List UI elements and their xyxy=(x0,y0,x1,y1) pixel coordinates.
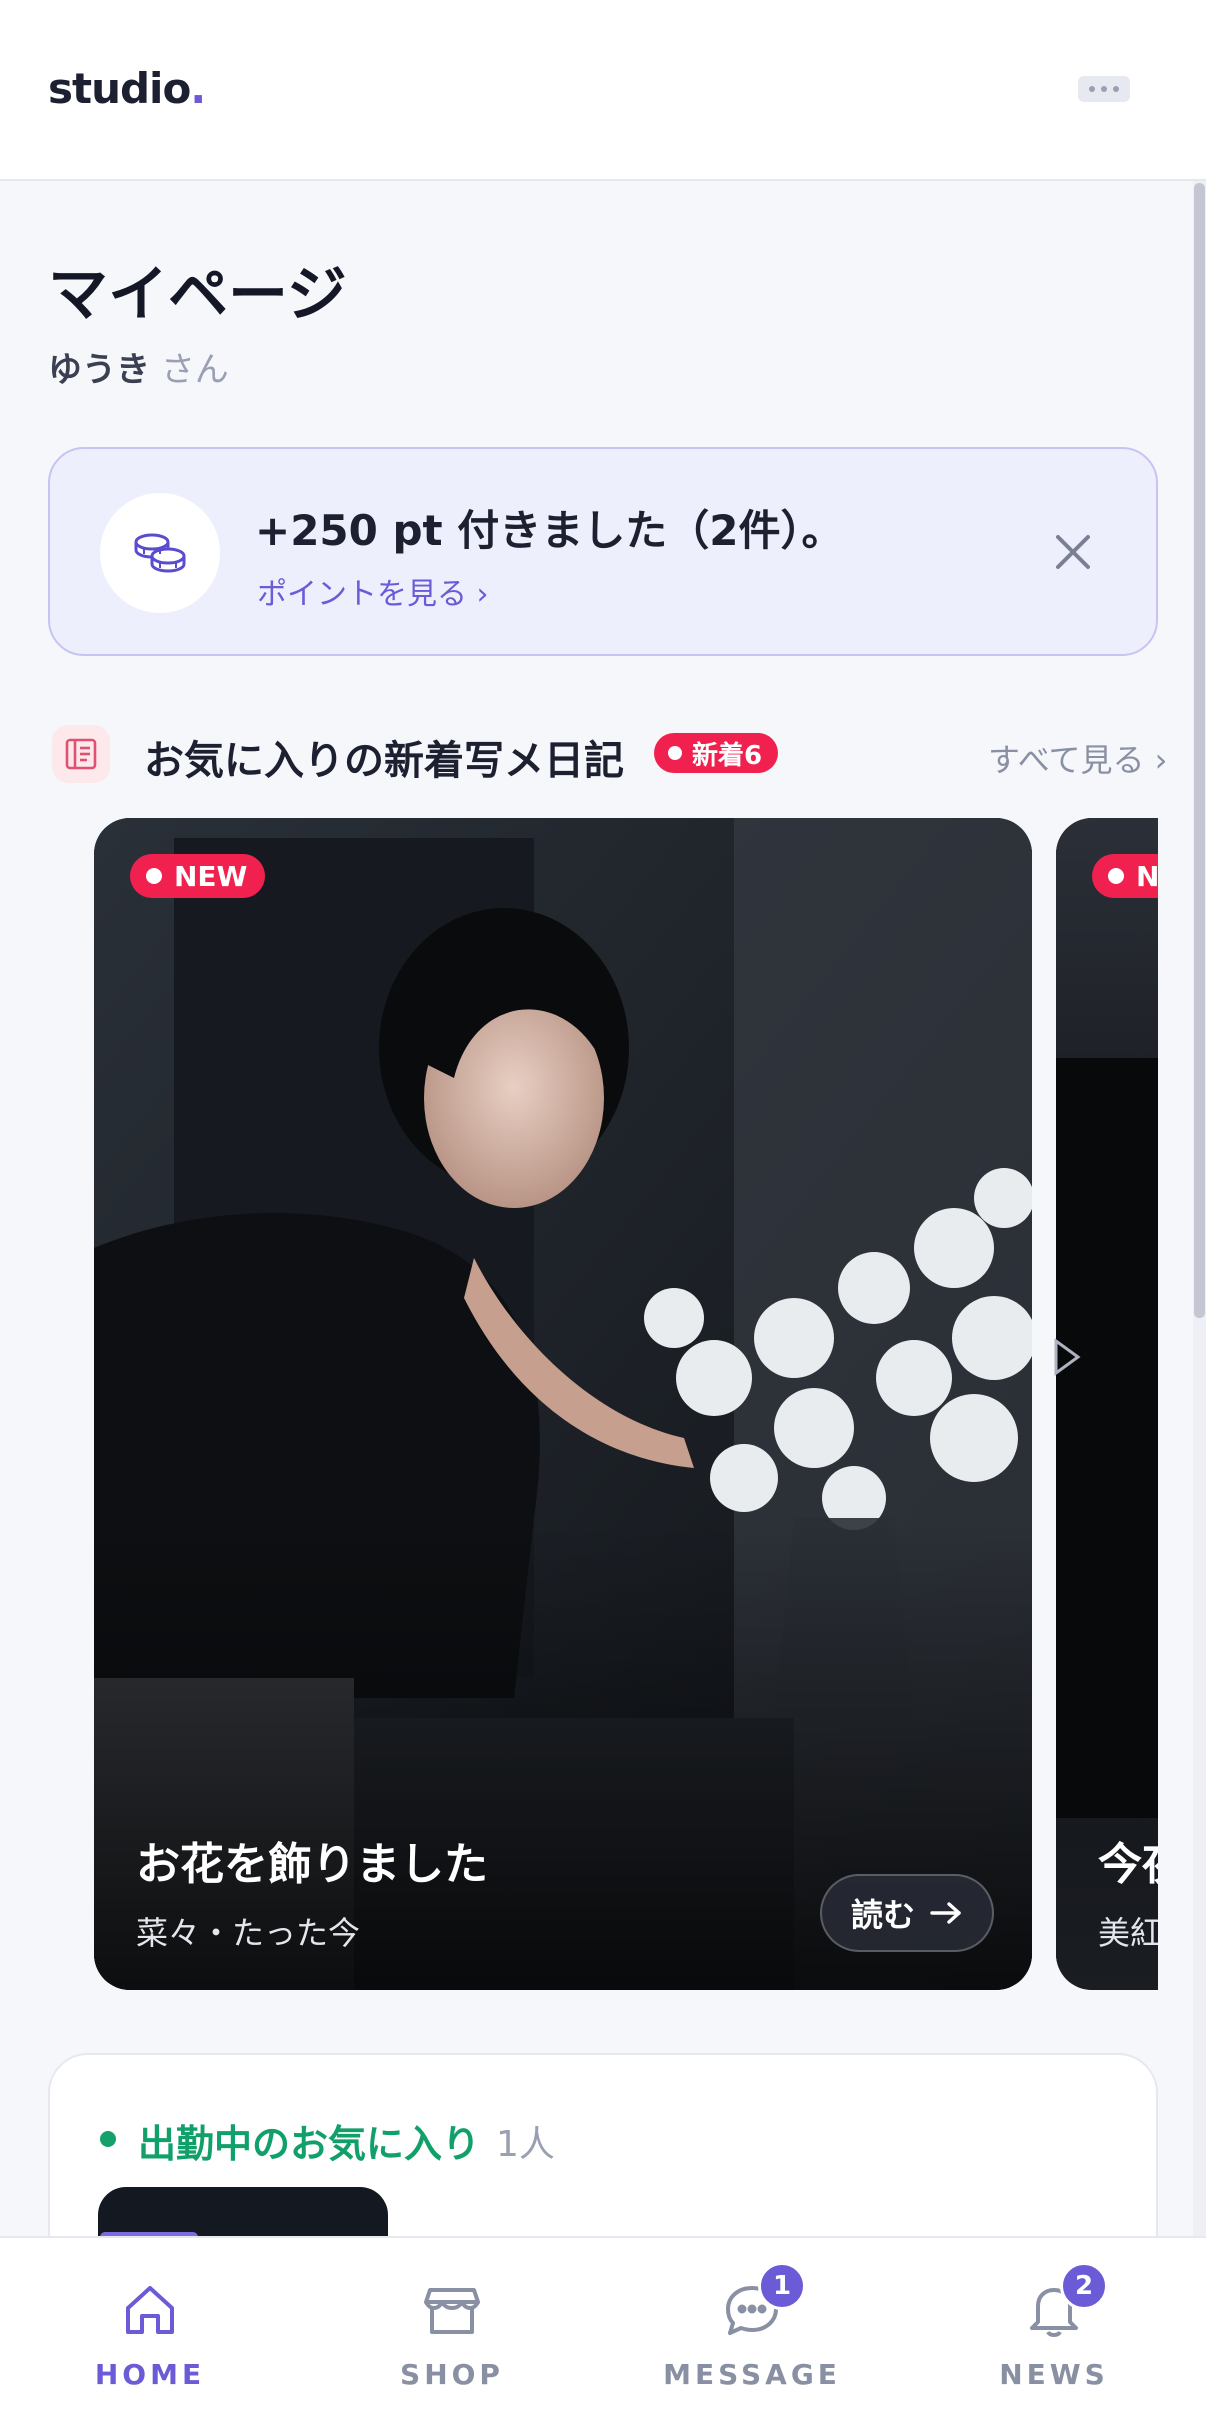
points-banner[interactable]: +250 pt 付きました（2件）。 ポイントを見る › xyxy=(48,447,1158,656)
new-count-text: 新着6 xyxy=(692,740,763,771)
section-title: お気に入りの新着写メ日記 xyxy=(144,738,624,784)
on-duty-indicator xyxy=(100,2131,116,2147)
card-meta: 美紅 xyxy=(1098,1914,1158,1952)
card-title: 今夜 xyxy=(1098,1839,1158,1890)
nav-label: NEWS xyxy=(999,2358,1109,2391)
on-duty-title: 出勤中のお気に入り xyxy=(138,2122,481,2166)
read-button[interactable]: 読む xyxy=(820,1874,994,1952)
user-honorific: さん xyxy=(160,350,229,390)
new-count-badge: 新着6 xyxy=(654,733,779,773)
diary-photo xyxy=(94,818,1032,1990)
card-meta: 菜々・たった今 xyxy=(136,1914,361,1952)
news-badge: 2 xyxy=(1060,2262,1108,2310)
arrow-right-icon xyxy=(930,1902,961,1924)
logo-dot: . xyxy=(190,64,206,113)
read-button-label: 読む xyxy=(850,1896,915,1934)
diary-icon xyxy=(52,725,110,783)
nav-label: MESSAGE xyxy=(663,2358,841,2391)
message-badge: 1 xyxy=(758,2262,806,2310)
diary-card[interactable]: NEW 今夜 美紅 xyxy=(1056,818,1158,1990)
home-icon xyxy=(126,2286,174,2334)
on-duty-count: 1人 xyxy=(496,2124,555,2165)
nav-news[interactable]: 2 NEWS xyxy=(904,2238,1204,2432)
coins-icon xyxy=(100,493,220,613)
chevron-right-icon[interactable] xyxy=(1046,1335,1086,1379)
shop-icon xyxy=(424,2288,480,2334)
new-badge: NEW xyxy=(1092,854,1158,898)
card-title: お花を飾りました xyxy=(136,1839,488,1890)
nav-label: HOME xyxy=(94,2358,206,2391)
close-icon[interactable] xyxy=(1050,529,1096,575)
diary-photo xyxy=(1056,818,1158,1990)
new-badge: NEW xyxy=(130,854,266,898)
new-badge-text: NEW xyxy=(1136,859,1158,893)
diary-carousel[interactable]: NEW お花を飾りました 菜々・たった今 読む NEW 今夜 美紅 xyxy=(48,818,1158,2000)
studio-logo[interactable]: studio. xyxy=(48,64,206,113)
nav-message[interactable]: 1 MESSAGE xyxy=(602,2238,902,2432)
points-title: +250 pt 付きました（2件）。 xyxy=(255,506,844,555)
bottom-nav: HOME SHOP 1 MESSAGE 2 NEWS xyxy=(0,2236,1206,2432)
nav-home[interactable]: HOME xyxy=(0,2238,300,2432)
more-dots-icon[interactable] xyxy=(1078,76,1130,102)
app-header: studio. xyxy=(0,0,1206,181)
logo-text: studio xyxy=(48,64,191,113)
page-title: マイページ xyxy=(48,260,347,330)
user-greeting: ゆうき さん xyxy=(48,342,229,391)
scrollbar-thumb[interactable] xyxy=(1194,183,1205,1318)
new-badge-text: NEW xyxy=(174,859,248,893)
nav-shop[interactable]: SHOP xyxy=(302,2238,602,2432)
points-link[interactable]: ポイントを見る › xyxy=(257,569,489,613)
diary-card[interactable]: NEW お花を飾りました 菜々・たった今 読む xyxy=(94,818,1032,1990)
nav-label: SHOP xyxy=(400,2358,504,2391)
see-all-link[interactable]: すべて見る › xyxy=(988,735,1167,781)
user-name: ゆうき xyxy=(48,350,150,390)
